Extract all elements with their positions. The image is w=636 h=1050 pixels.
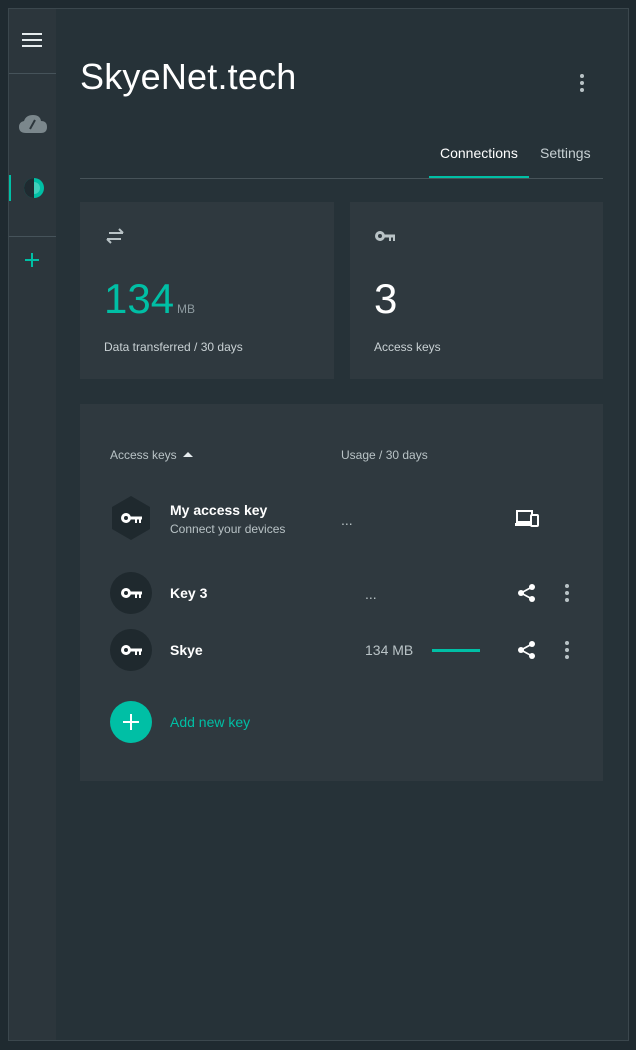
sidebar-divider: [9, 236, 56, 237]
tab-active-underline: [429, 176, 529, 178]
data-transferred-unit: MB: [177, 302, 195, 316]
data-transferred-label: Data transferred / 30 days: [104, 340, 243, 354]
add-key-label[interactable]: Add new key: [170, 714, 250, 730]
share-icon[interactable]: [517, 583, 537, 603]
add-key-button[interactable]: [110, 701, 152, 743]
access-keys-label: Access keys: [374, 340, 441, 354]
tab-connections[interactable]: Connections: [440, 145, 518, 161]
key-name[interactable]: My access key: [170, 502, 267, 518]
sidebar-divider: [9, 73, 56, 74]
data-transferred-card: 134 MB Data transferred / 30 days: [80, 202, 334, 379]
data-transferred-value: 134: [104, 275, 175, 322]
key-name[interactable]: Key 3: [170, 585, 207, 601]
sidebar: [9, 9, 56, 1040]
access-keys-card: 3 Access keys: [350, 202, 603, 379]
plus-icon: [123, 714, 139, 730]
key-icon: [121, 588, 142, 598]
more-vert-icon[interactable]: [574, 73, 590, 93]
share-icon[interactable]: [517, 640, 537, 660]
sort-ascending-icon[interactable]: [182, 452, 193, 457]
key-icon: [375, 231, 395, 241]
access-keys-table: Access keys Usage / 30 days My access ke…: [80, 404, 603, 781]
key-usage: 134 MB: [365, 642, 414, 658]
app-window: SkyeNet.tech Connections Settings 134 MB…: [8, 8, 629, 1041]
key-icon: [121, 645, 142, 655]
more-vert-icon[interactable]: [559, 583, 575, 603]
usage-bar: [432, 649, 480, 652]
server-icon[interactable]: [23, 177, 45, 199]
tab-settings[interactable]: Settings: [540, 145, 591, 161]
key-usage: ...: [341, 512, 353, 528]
key-avatar: [110, 572, 152, 614]
key-avatar: [110, 629, 152, 671]
column-header-usage: Usage / 30 days: [341, 448, 428, 462]
access-keys-count: 3: [374, 275, 398, 322]
column-header-access-keys[interactable]: Access keys: [110, 448, 193, 462]
sidebar-active-indicator: [9, 175, 11, 201]
hexagon-avatar: [112, 496, 150, 540]
page-title: SkyeNet.tech: [80, 56, 297, 97]
column-header-label: Access keys: [110, 448, 177, 462]
swap-arrows-icon: [106, 228, 124, 244]
table-row: Key 3 ...: [80, 572, 603, 616]
menu-icon[interactable]: [22, 33, 42, 49]
tab-bar: Connections Settings: [80, 139, 603, 179]
key-subtitle: Connect your devices: [170, 522, 286, 536]
table-row: Skye 134 MB: [80, 629, 603, 673]
cloud-server-icon[interactable]: [18, 113, 48, 135]
add-server-icon[interactable]: [23, 251, 41, 269]
more-vert-icon[interactable]: [559, 640, 575, 660]
table-row: My access key Connect your devices ...: [80, 496, 603, 541]
devices-icon[interactable]: [514, 509, 540, 529]
key-name[interactable]: Skye: [170, 642, 203, 658]
key-usage: ...: [365, 586, 377, 602]
